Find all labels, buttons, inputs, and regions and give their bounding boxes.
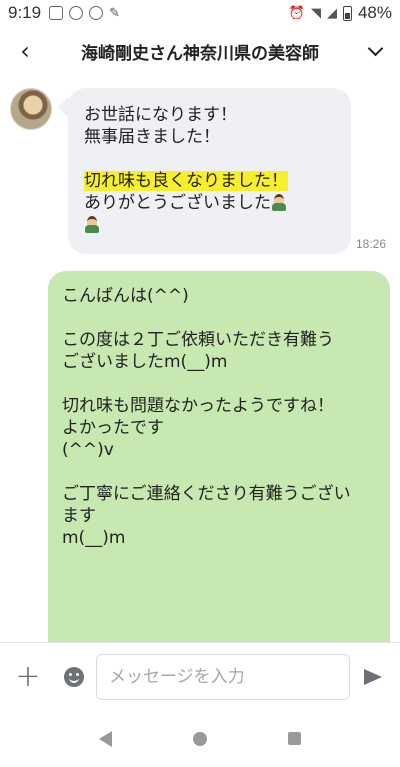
nav-recents-icon[interactable]	[288, 732, 302, 745]
message-line	[84, 214, 337, 236]
message-line-blank	[62, 307, 378, 329]
message-line: 無事届きました！	[84, 127, 220, 147]
chat-area[interactable]: お世話になります！ 無事届きました！ 切れ味も良くなりました！ ありがとうござい…	[0, 76, 400, 642]
message-line: この度は２丁ご依頼いただき有難う	[62, 330, 334, 350]
status-right: ⏰ ◥ ◢ 48%	[289, 3, 392, 23]
pin-icon: ✎	[109, 5, 120, 21]
chevron-shape	[367, 40, 383, 56]
status-time: 9:19	[8, 3, 42, 22]
message-line: こんばんは(^^)	[62, 286, 189, 306]
signal-icon: ◢	[326, 5, 337, 21]
smiley-icon	[64, 666, 84, 687]
message-line: ありがとうございました	[84, 192, 337, 214]
emoji-button[interactable]	[56, 643, 92, 711]
message-line: ます	[62, 506, 96, 526]
message-input-bar: +	[0, 642, 400, 710]
outgoing-message-bubble[interactable]: こんばんは(^^) この度は２丁ご依頼いただき有難う ございましたm(__)m …	[48, 271, 390, 642]
message-line-highlighted: 切れ味も良くなりました！	[84, 170, 337, 192]
incoming-message-bubble[interactable]: お世話になります！ 無事届きました！ 切れ味も良くなりました！ ありがとうござい…	[68, 88, 351, 254]
send-icon	[364, 668, 382, 685]
message-line: ご丁寧にご連絡くださり有難うござい	[62, 484, 351, 504]
highlighted-text: 切れ味も良くなりました！	[84, 171, 288, 191]
message-line: お世話になります！	[84, 105, 237, 125]
message-line-blank	[62, 461, 378, 483]
wifi-icon: ◥	[310, 5, 321, 21]
avatar[interactable]	[10, 88, 52, 130]
bowing-person-emoji-icon	[271, 193, 287, 211]
nav-home-icon[interactable]	[192, 731, 207, 746]
send-button[interactable]	[350, 643, 396, 711]
message-text: ありがとうございました	[84, 193, 271, 213]
message-line: m(__)m	[62, 528, 126, 548]
message-input[interactable]	[96, 653, 350, 700]
message-line-blank	[62, 373, 378, 395]
chevron-down-icon[interactable]	[350, 26, 400, 76]
status-bar: 9:19 ✎ ⏰ ◥ ◢ 48%	[0, 0, 400, 26]
news-icon	[49, 6, 64, 20]
bowing-person-emoji-icon	[84, 215, 100, 233]
chat-header: ‹ 海崎剛史さん神奈川県の美容師	[0, 26, 400, 76]
message-line: よかったです	[62, 418, 164, 438]
android-nav-bar	[0, 710, 400, 767]
message-line: ございましたm(__)m	[62, 352, 228, 372]
alarm-icon: ⏰	[288, 5, 305, 21]
message-line: 切れ味も問題なかったようですね！	[62, 396, 334, 416]
chat-title: 海崎剛史さん神奈川県の美容師	[81, 43, 319, 64]
message-timestamp: 18:26	[356, 237, 387, 251]
back-button[interactable]: ‹	[0, 26, 50, 76]
battery-percent: 48%	[357, 3, 392, 22]
message-line: (^^)v	[62, 440, 114, 460]
nav-back-icon[interactable]	[98, 730, 112, 747]
link-icon	[89, 6, 104, 20]
battery-icon	[342, 5, 352, 21]
plus-icon[interactable]: +	[0, 643, 56, 711]
instagram-icon	[69, 6, 84, 20]
message-line-blank	[84, 148, 337, 170]
